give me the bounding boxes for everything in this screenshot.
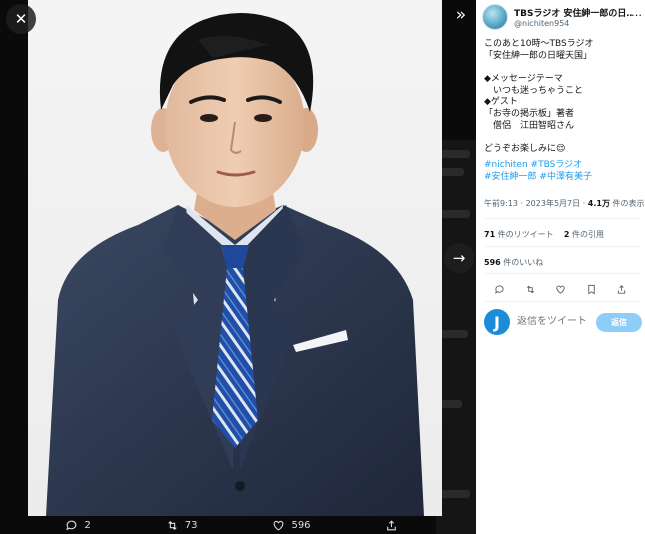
hashtag-link[interactable]: #中澤有美子 bbox=[539, 172, 592, 182]
share-button[interactable] bbox=[385, 519, 404, 532]
hashtag-link[interactable]: #TBSラジオ bbox=[531, 160, 583, 170]
divider bbox=[484, 246, 640, 247]
tweet-photo[interactable] bbox=[28, 0, 442, 516]
tweet-line: このあと10時〜TBSラジオ bbox=[484, 39, 594, 49]
author-avatar[interactable] bbox=[482, 4, 508, 30]
reply-count: 2 bbox=[84, 519, 91, 531]
retweets-label: 件のリツイート bbox=[495, 230, 554, 239]
retweet-count: 73 bbox=[184, 519, 198, 531]
reply-input[interactable] bbox=[517, 316, 602, 327]
like-button[interactable]: 596 bbox=[272, 519, 311, 532]
views-label: 件の表示 bbox=[609, 199, 645, 208]
viewer-action-bar: 2 73 596 bbox=[28, 516, 442, 534]
reply-submit-button[interactable]: 返信 bbox=[596, 313, 642, 332]
next-image-button[interactable]: → bbox=[444, 243, 474, 273]
like-icon bbox=[556, 285, 565, 294]
tweet-text: このあと10時〜TBSラジオ 「安住紳一郎の日曜天国」 ◆メッセージテーマ いつ… bbox=[484, 39, 642, 156]
share-button[interactable] bbox=[616, 280, 630, 294]
media-viewer: ✕ » → 2 73 596 bbox=[0, 0, 476, 534]
arrow-right-icon: → bbox=[452, 249, 466, 267]
retweets-count: 71 bbox=[484, 230, 496, 239]
author-name[interactable]: TBSラジオ 安住紳一郎の日… bbox=[514, 6, 632, 19]
retweet-icon bbox=[526, 285, 534, 294]
share-icon bbox=[617, 285, 626, 294]
reply-icon bbox=[66, 520, 77, 530]
collapse-panel-button[interactable]: » bbox=[446, 0, 476, 30]
retweets-link[interactable]: 71 件のリツイート bbox=[484, 230, 554, 239]
tweet-line: 「安住紳一郎の日曜天国」 bbox=[484, 50, 593, 61]
quotes-link[interactable]: 2 件の引用 bbox=[564, 230, 604, 239]
tweet-line: ◆ゲスト bbox=[484, 97, 518, 108]
like-button[interactable] bbox=[555, 280, 569, 294]
share-icon bbox=[387, 519, 397, 530]
close-button[interactable]: ✕ bbox=[6, 4, 36, 34]
likes-stats[interactable]: 596 件のいいね bbox=[484, 257, 543, 268]
views-count: 4.1万 bbox=[587, 199, 610, 208]
reply-button[interactable] bbox=[494, 280, 508, 294]
tweet-line: 僧侶 江田智昭さん bbox=[484, 120, 575, 131]
user-avatar: J bbox=[484, 309, 510, 335]
hashtag-link[interactable]: #nichiten bbox=[484, 160, 528, 170]
retweet-icon bbox=[168, 520, 177, 530]
author-handle[interactable]: @nichiten954 bbox=[514, 19, 569, 28]
retweet-button[interactable]: 73 bbox=[166, 519, 198, 532]
bookmark-icon bbox=[587, 284, 595, 295]
hashtag-link[interactable]: #安住紳一郎 bbox=[484, 172, 537, 182]
retweet-button[interactable] bbox=[525, 280, 539, 294]
background-timeline bbox=[436, 140, 476, 534]
divider bbox=[484, 301, 640, 302]
likes-count: 596 bbox=[484, 258, 501, 267]
reply-icon bbox=[495, 285, 504, 294]
tweet-line bbox=[484, 62, 642, 74]
tweet-line: どうぞお楽しみに😌 bbox=[484, 144, 566, 155]
like-count: 596 bbox=[291, 519, 311, 531]
divider bbox=[484, 273, 640, 274]
likes-label: 件のいいね bbox=[500, 258, 544, 267]
tweet-header: TBSラジオ 安住紳一郎の日… @nichiten954 … bbox=[482, 4, 642, 32]
reply-button[interactable]: 2 bbox=[65, 519, 91, 532]
tweet-line bbox=[484, 133, 642, 145]
bookmark-button[interactable] bbox=[586, 280, 600, 295]
close-icon: ✕ bbox=[14, 10, 28, 28]
tweet-action-row bbox=[484, 280, 640, 295]
more-options-icon[interactable]: … bbox=[631, 6, 642, 19]
tweet-line: ◆メッセージテーマ bbox=[484, 74, 563, 85]
portrait-image bbox=[28, 0, 442, 516]
divider bbox=[484, 218, 640, 219]
hashtags: #nichiten #TBSラジオ #安住紳一郎 #中澤有美子 bbox=[484, 160, 642, 183]
like-icon bbox=[274, 520, 284, 530]
engagement-stats: 71 件のリツイート 2 件の引用 bbox=[484, 229, 604, 240]
tweet-timestamp: 午前9:13 · 2023年5月7日 · 4.1万 件の表示 bbox=[484, 198, 644, 209]
reply-composer: J 返信 bbox=[484, 308, 642, 338]
tweet-line: 「お寺の掲示板」著者 bbox=[484, 109, 575, 120]
quotes-label: 件の引用 bbox=[569, 230, 604, 239]
tweet-line: いつも迷っちゃうこと bbox=[484, 85, 584, 96]
tweet-detail-panel: TBSラジオ 安住紳一郎の日… @nichiten954 … このあと10時〜T… bbox=[476, 0, 645, 534]
post-time[interactable]: 午前9:13 · 2023年5月7日 · bbox=[484, 199, 588, 208]
chevron-double-right-icon: » bbox=[455, 5, 467, 25]
